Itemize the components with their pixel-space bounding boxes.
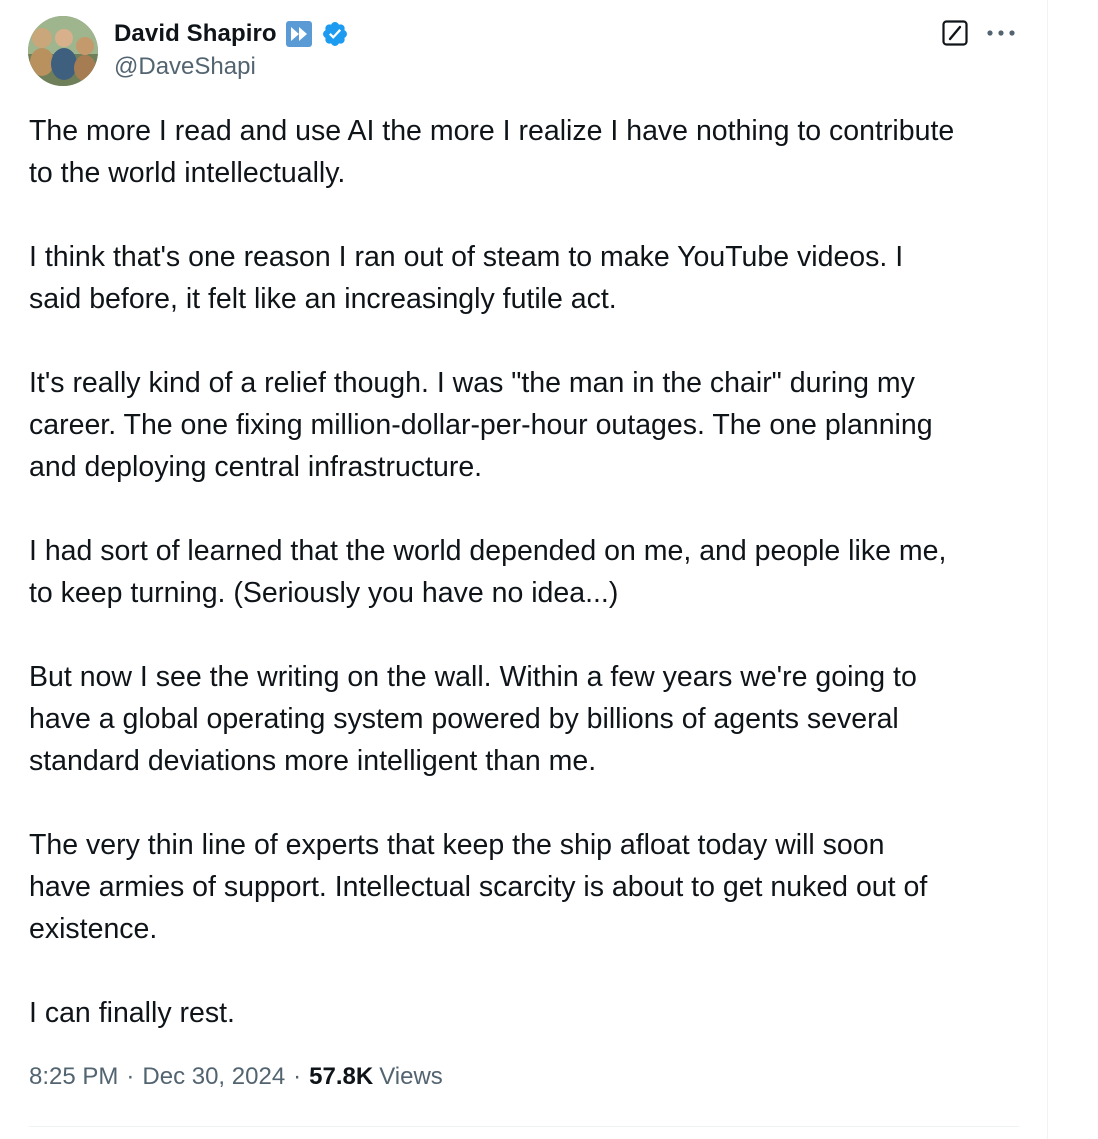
author-handle[interactable]: @DaveShapi: [114, 53, 256, 81]
tweet-paragraph: The more I read and use AI the more I re…: [29, 115, 955, 189]
verified-badge-icon[interactable]: [321, 20, 349, 48]
tweet: David Shapiro @DaveShapi The more I read…: [0, 0, 1047, 1139]
tweet-header-actions: [942, 20, 1016, 46]
tweet-paragraph: I can finally rest.: [29, 997, 235, 1029]
tweet-paragraph: It's really kind of a relief though. I w…: [29, 367, 933, 483]
tweet-text: The more I read and use AI the more I re…: [29, 110, 1029, 1034]
tweet-date[interactable]: Dec 30, 2024: [142, 1063, 285, 1091]
tweet-paragraph: I had sort of learned that the world dep…: [29, 535, 947, 609]
tweet-paragraph: The very thin line of experts that keep …: [29, 829, 928, 945]
fast-forward-icon: [285, 20, 313, 48]
profile-photo: [28, 16, 98, 86]
author-name[interactable]: David Shapiro: [114, 20, 277, 48]
grok-icon[interactable]: [942, 20, 968, 46]
tweet-paragraph: But now I see the writing on the wall. W…: [29, 661, 917, 777]
more-icon[interactable]: [986, 20, 1016, 46]
separator-dot: ·: [293, 1063, 302, 1090]
separator-dot: ·: [126, 1063, 135, 1090]
column-divider: [1047, 0, 1048, 1139]
views-label: Views: [379, 1063, 443, 1090]
divider: [29, 1126, 1019, 1127]
avatar[interactable]: [28, 16, 98, 86]
tweet-time[interactable]: 8:25 PM: [29, 1063, 118, 1091]
tweet-metadata: 8:25 PM · Dec 30, 2024 · 57.8K Views: [29, 1063, 443, 1091]
views-count[interactable]: 57.8K: [309, 1063, 373, 1091]
author-name-row: David Shapiro: [114, 17, 349, 51]
tweet-paragraph: I think that's one reason I ran out of s…: [29, 241, 904, 315]
